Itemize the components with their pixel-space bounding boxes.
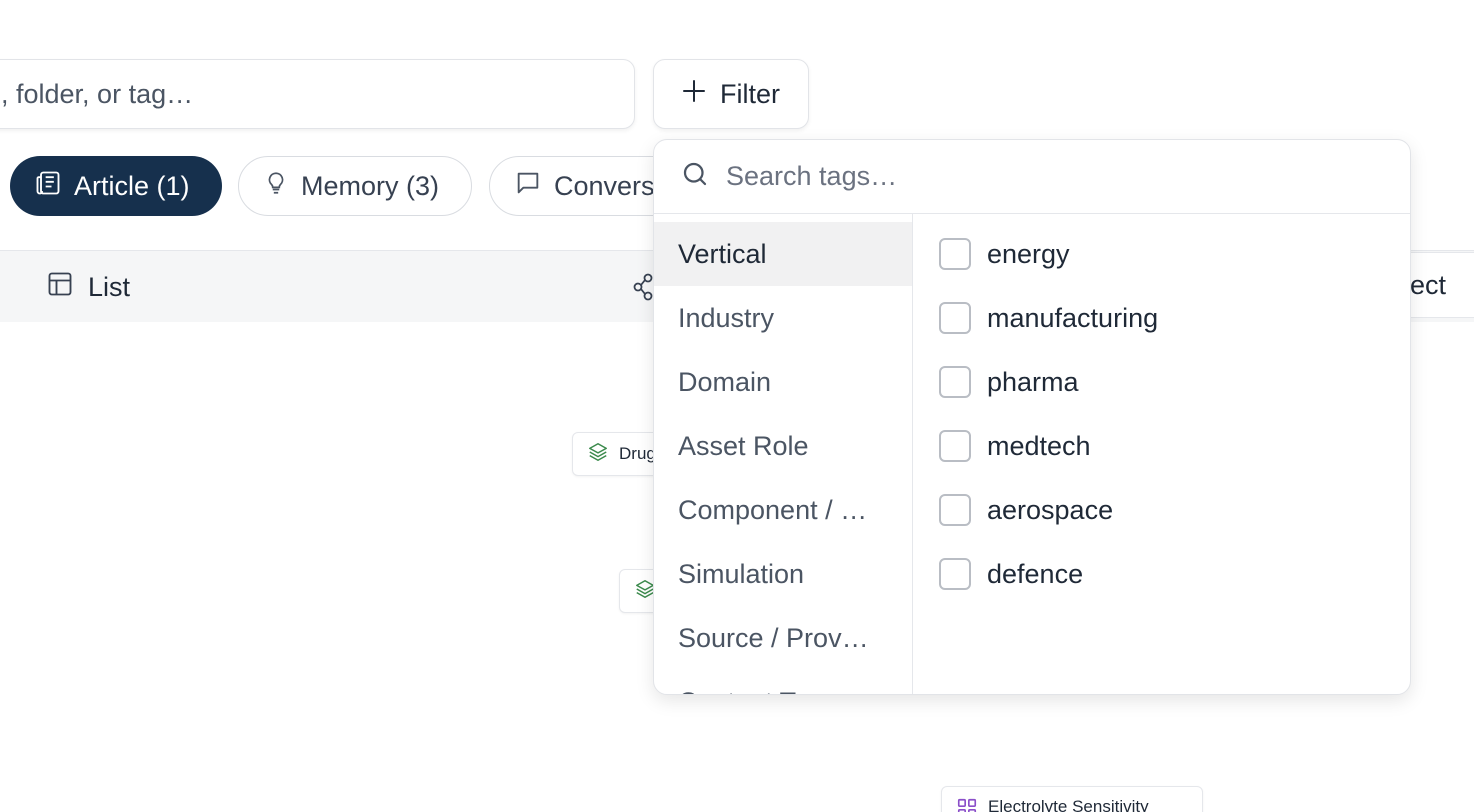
- category-item[interactable]: Simulation: [654, 542, 912, 606]
- tag-checkbox[interactable]: [939, 430, 971, 462]
- chip-article-label: Article (1): [74, 170, 190, 201]
- chip-article[interactable]: Article (1): [10, 156, 222, 216]
- category-item[interactable]: Content Ty…: [654, 670, 912, 695]
- layers-icon: [587, 441, 609, 468]
- tag-option-label: pharma: [987, 366, 1079, 397]
- category-item[interactable]: Component / …: [654, 478, 912, 542]
- tag-option[interactable]: energy: [915, 222, 1410, 286]
- category-item[interactable]: Asset Role: [654, 414, 912, 478]
- plus-icon: [682, 79, 706, 110]
- tag-search-input[interactable]: [726, 161, 1366, 192]
- tag-category-list: Vertical Industry Domain Asset Role Comp…: [654, 214, 913, 694]
- tag-option-label: defence: [987, 558, 1084, 589]
- category-item[interactable]: Source / Prov…: [654, 606, 912, 670]
- chip-memory-label: Memory (3): [301, 170, 440, 201]
- chip-conversation-label: Convers: [554, 170, 655, 201]
- tag-option-list: energy manufacturing pharma medtech aero…: [915, 222, 1410, 606]
- tag-option-label: manufacturing: [987, 302, 1159, 333]
- tag-checkbox[interactable]: [939, 302, 971, 334]
- tag-option-label: medtech: [987, 430, 1091, 461]
- message-icon: [514, 169, 542, 204]
- tag-checkbox[interactable]: [939, 558, 971, 590]
- tag-option[interactable]: medtech: [915, 414, 1410, 478]
- tag-search-bar[interactable]: [654, 140, 1410, 214]
- search-icon: [680, 159, 710, 194]
- tag-option-label: energy: [987, 238, 1070, 269]
- filter-button[interactable]: Filter: [653, 59, 809, 129]
- chip-memory[interactable]: Memory (3): [238, 156, 472, 216]
- tag-option[interactable]: defence: [915, 542, 1410, 606]
- filter-label: Filter: [720, 78, 780, 109]
- view-list-tab[interactable]: List: [46, 251, 130, 323]
- tag-option[interactable]: aerospace: [915, 478, 1410, 542]
- table-icon: [46, 270, 74, 305]
- graph-node[interactable]: Electrolyte Sensitivity: [941, 786, 1203, 812]
- view-list-label: List: [88, 271, 131, 302]
- newspaper-icon: [34, 169, 62, 204]
- tag-checkbox[interactable]: [939, 494, 971, 526]
- graph-node-label: Electrolyte Sensitivity: [988, 797, 1149, 812]
- search-bar[interactable]: [0, 59, 635, 129]
- lightbulb-icon: [263, 169, 289, 204]
- tag-option-label: aerospace: [987, 494, 1114, 525]
- tag-filter-dropdown: Vertical Industry Domain Asset Role Comp…: [653, 139, 1411, 695]
- category-item[interactable]: Vertical: [654, 222, 912, 286]
- tag-option[interactable]: pharma: [915, 350, 1410, 414]
- tag-checkbox[interactable]: [939, 366, 971, 398]
- tag-option[interactable]: manufacturing: [915, 286, 1410, 350]
- category-item[interactable]: Industry: [654, 286, 912, 350]
- graph-node-label: Drug: [619, 444, 656, 463]
- tag-checkbox[interactable]: [939, 238, 971, 270]
- category-item[interactable]: Domain: [654, 350, 912, 414]
- grid-icon: [956, 797, 978, 812]
- search-input[interactable]: [1, 78, 634, 110]
